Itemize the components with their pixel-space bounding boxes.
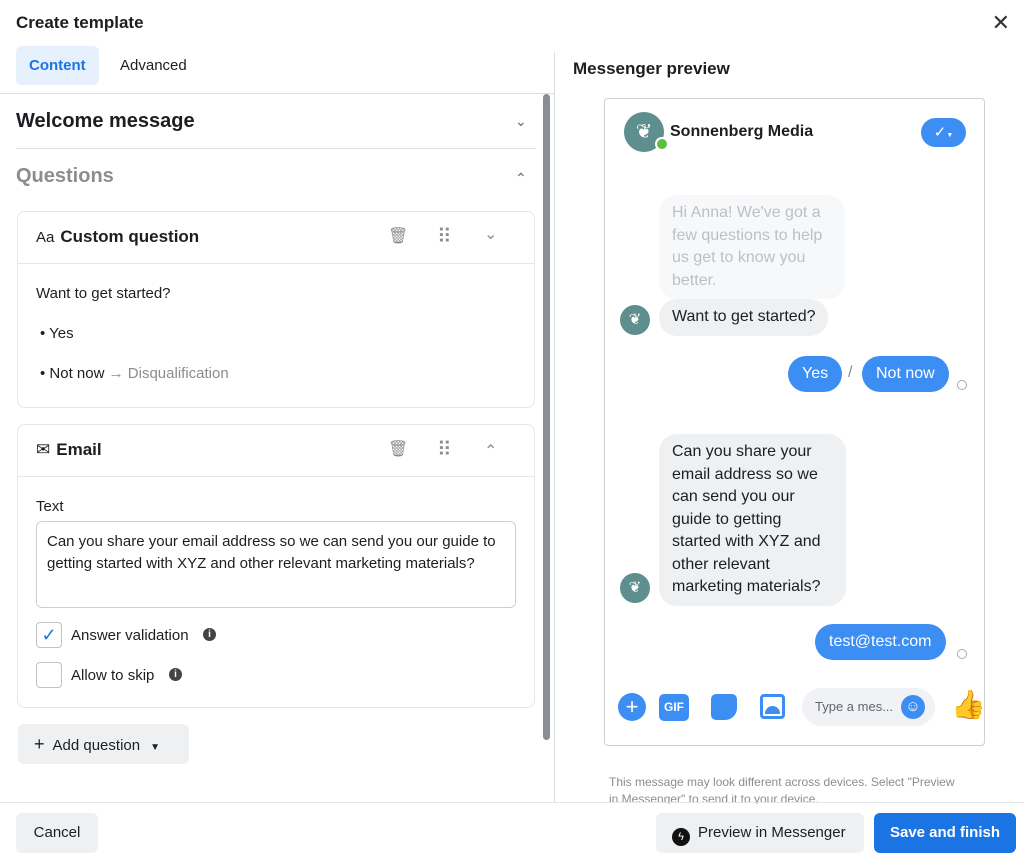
thumbs-up-icon[interactable]: 👍: [951, 688, 986, 721]
chevron-down-icon[interactable]: ⌄: [515, 113, 527, 130]
message-composer-input[interactable]: Type a mes... ☺: [802, 688, 935, 726]
greeting-bubble: Hi Anna! We've got a few questions to he…: [659, 195, 845, 299]
tab-advanced[interactable]: Advanced: [107, 46, 200, 85]
drag-handle-icon[interactable]: ⠿: [437, 437, 452, 462]
allow-skip-label: Allow to skip: [71, 667, 155, 684]
chevron-down-icon[interactable]: ⌄: [484, 224, 497, 244]
chevron-up-icon[interactable]: ⌃: [515, 170, 527, 187]
messenger-icon: ϟ: [672, 828, 690, 846]
info-icon[interactable]: i: [169, 668, 182, 681]
trash-icon[interactable]: 🗑: [388, 439, 408, 459]
chevron-up-icon[interactable]: ⌃: [484, 441, 497, 461]
option-not-now: • Not now → Disqualification: [40, 365, 229, 382]
divider: [16, 148, 536, 149]
emoji-icon[interactable]: ☺: [901, 695, 925, 719]
arrow-right-icon: →: [108, 365, 124, 382]
dialog-title: Create template: [16, 13, 144, 32]
caret-down-icon: ▼: [150, 742, 160, 753]
answer-validation-label: Answer validation: [71, 627, 189, 644]
preview-in-messenger-button[interactable]: ϟ Preview in Messenger: [656, 813, 864, 853]
add-question-button[interactable]: + Add question ▼: [18, 724, 189, 764]
reply-yes-bubble: Yes: [788, 356, 843, 392]
page-avatar-small: ❦: [620, 573, 650, 603]
seen-icon: [957, 649, 967, 659]
email-reply-bubble: test@test.com: [815, 624, 946, 660]
allow-skip-checkbox[interactable]: [36, 662, 62, 688]
question-bubble: Want to get started?: [659, 299, 829, 336]
close-icon[interactable]: ✕: [992, 10, 1010, 36]
disclaimer-text: This message may look different across d…: [609, 775, 955, 804]
trash-icon[interactable]: 🗑: [388, 226, 408, 246]
questions-header[interactable]: Questions: [16, 165, 114, 188]
custom-question-title: Aa Custom question: [36, 227, 200, 246]
option-target: Disqualification: [127, 365, 229, 382]
plus-icon[interactable]: +: [618, 693, 646, 721]
email-text-input[interactable]: Can you share your email address so we c…: [36, 521, 516, 608]
image-icon[interactable]: [760, 694, 785, 719]
email-question-bubble: Can you share your email address so we c…: [659, 434, 846, 606]
question-text: Want to get started?: [36, 285, 171, 302]
divider: [0, 93, 554, 94]
option-yes: • Yes: [40, 325, 74, 342]
scrollbar[interactable]: [543, 94, 550, 740]
plus-icon: +: [34, 734, 45, 754]
seen-icon: [957, 380, 967, 390]
checkmark-dropdown-button[interactable]: ✓▼: [921, 118, 966, 147]
save-and-finish-button[interactable]: Save and finish: [874, 813, 1016, 853]
gif-icon[interactable]: GIF: [659, 694, 689, 721]
page-name: Sonnenberg Media: [670, 123, 814, 140]
divider: [0, 802, 1024, 803]
drag-handle-icon[interactable]: ⠿: [437, 224, 452, 249]
page-avatar-small: ❦: [620, 305, 650, 335]
answer-validation-checkbox[interactable]: ✓: [36, 622, 62, 648]
preview-title: Messenger preview: [573, 59, 730, 78]
separator: /: [848, 364, 853, 381]
sticker-icon[interactable]: [711, 694, 737, 720]
reply-no-bubble: Not now: [862, 356, 949, 392]
info-icon[interactable]: i: [203, 628, 216, 641]
cancel-button[interactable]: Cancel: [16, 813, 98, 853]
tab-content[interactable]: Content: [16, 46, 99, 85]
text-label: Text: [36, 498, 64, 515]
welcome-message-header[interactable]: Welcome message: [16, 110, 195, 133]
custom-question-card: Aa Custom question 🗑 ⠿ ⌄ Want to get star…: [17, 211, 535, 408]
online-status-icon: [655, 137, 669, 151]
envelope-icon: ✉: [36, 440, 51, 459]
email-title: ✉ Email: [36, 440, 102, 459]
text-format-icon: Aa: [36, 229, 55, 246]
divider: [554, 52, 555, 802]
